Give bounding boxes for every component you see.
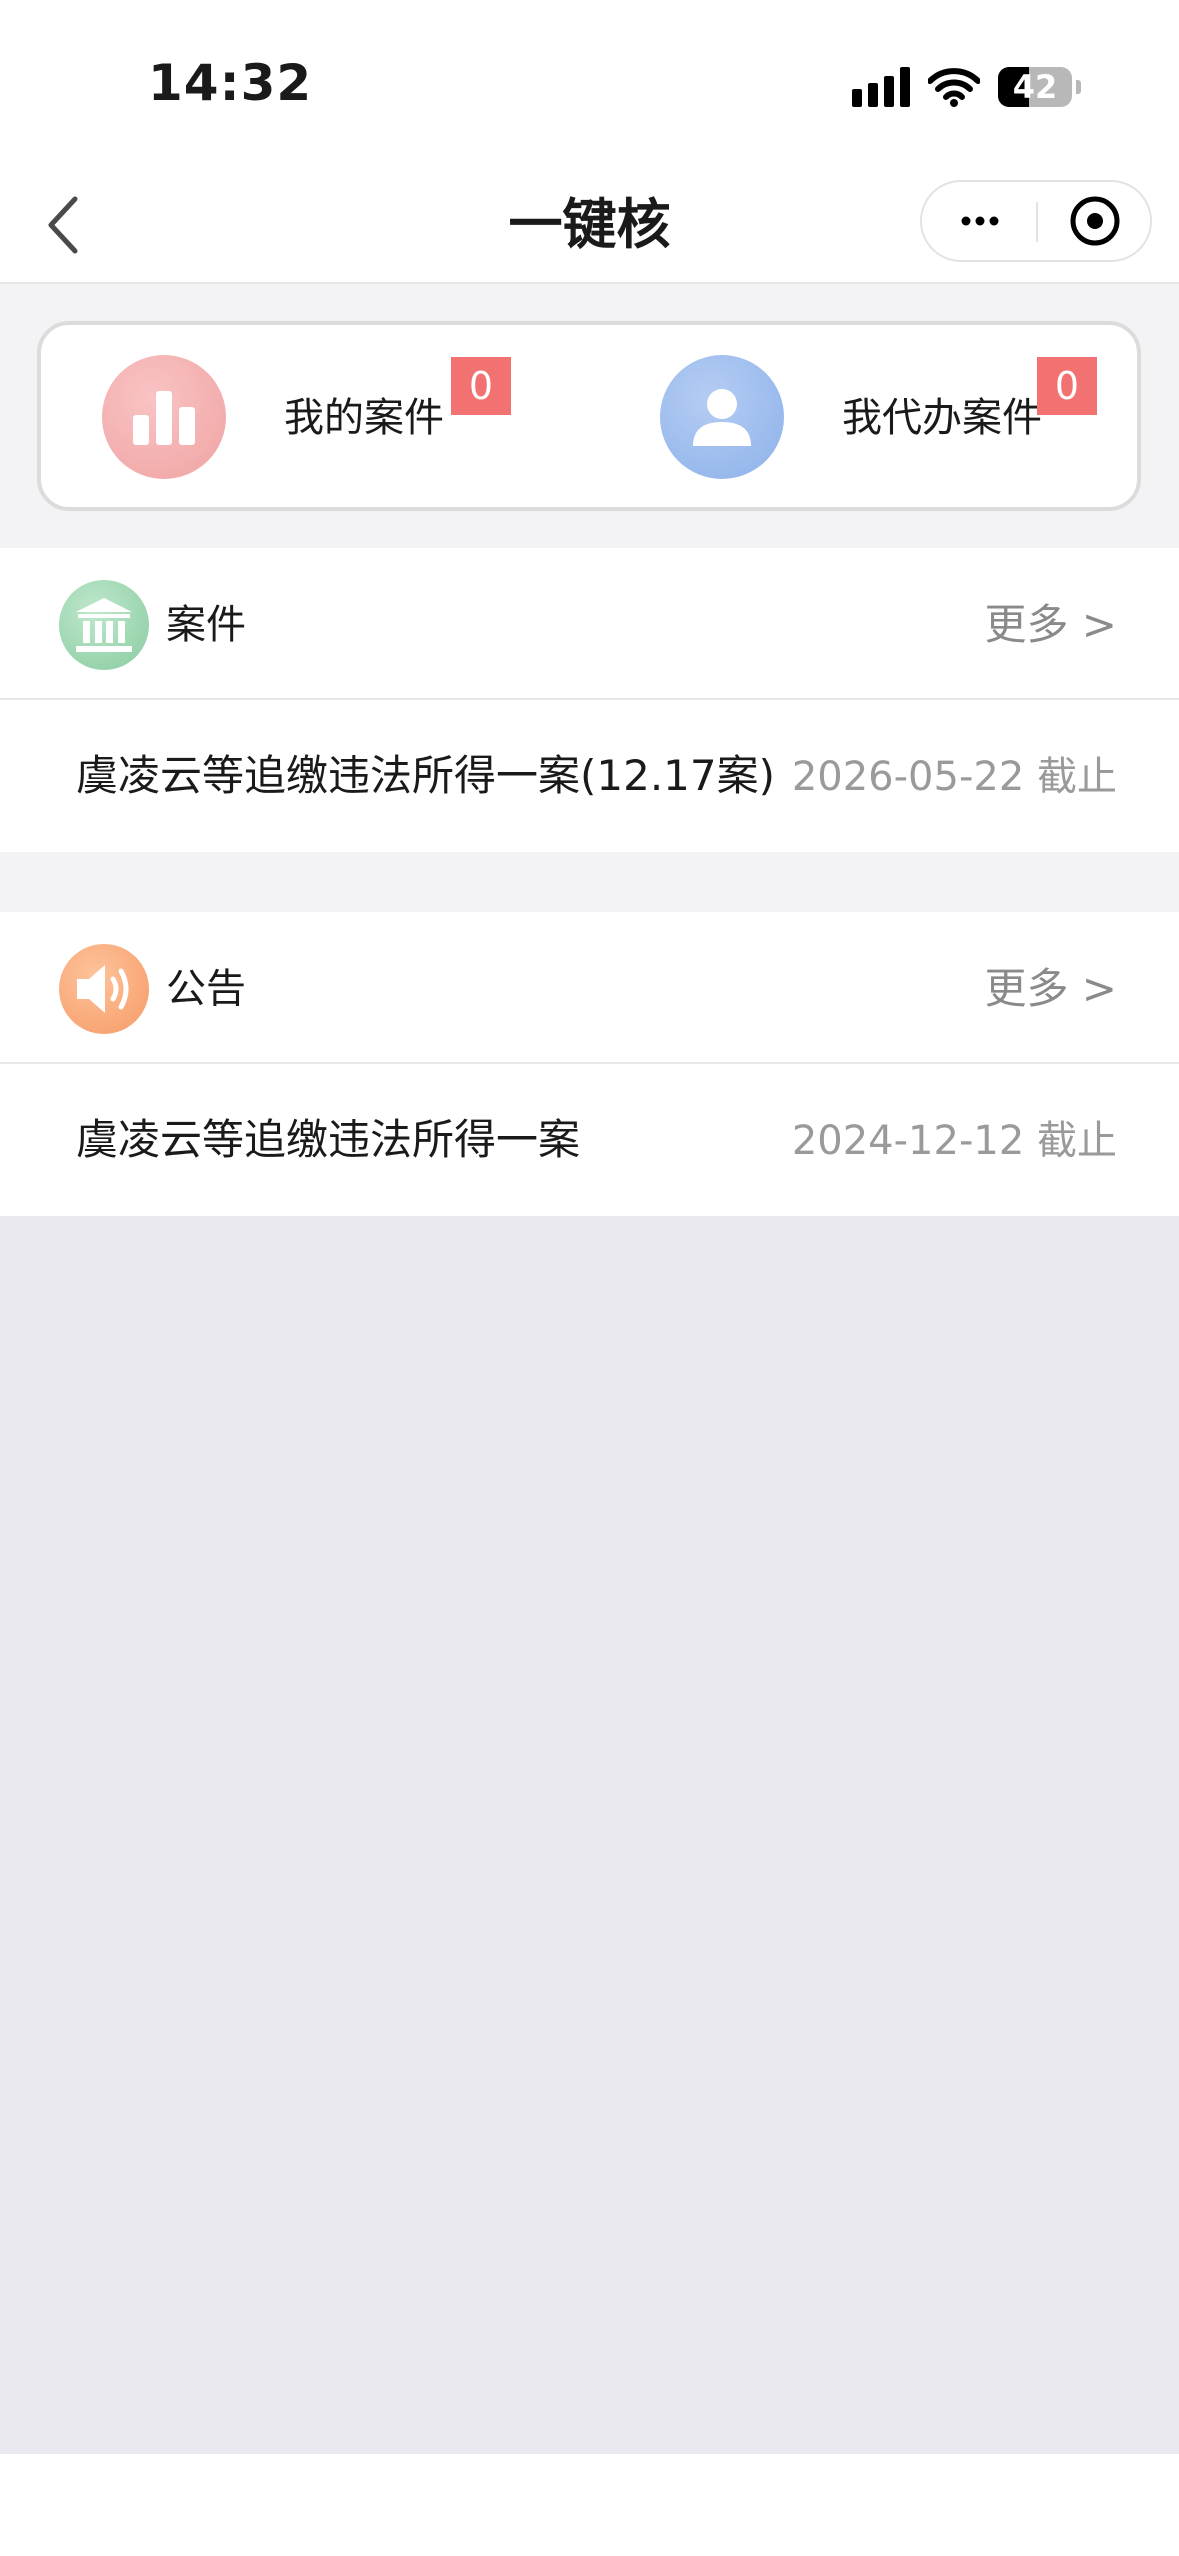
agent-cases-entry[interactable]: 我代办案件 0 [593, 325, 1137, 507]
my-cases-label: 我的案件 [284, 395, 444, 441]
my-cases-entry[interactable]: 我的案件 0 [41, 325, 593, 507]
my-cases-badge: 0 [451, 357, 511, 415]
agent-cases-badge: 0 [1037, 357, 1097, 415]
status-bar: 14:32 42 [0, 0, 1179, 170]
battery-level: 42 [1012, 68, 1058, 106]
ellipsis-icon [961, 216, 998, 226]
signal-icon [852, 67, 910, 107]
notice-deadline: 2024-12-12 截止 [791, 1112, 1117, 1170]
cases-section-title: 案件 [166, 602, 246, 648]
mini-program-capsule [920, 180, 1152, 262]
status-time: 14:32 [148, 54, 313, 112]
speaker-icon [59, 944, 149, 1034]
notice-section-header: 公告 更多 > [0, 912, 1179, 1064]
agent-cases-label: 我代办案件 [842, 395, 1042, 441]
target-circle-icon [1070, 196, 1120, 246]
summary-area: 我的案件 0 我代办案件 0 [0, 284, 1179, 548]
bank-icon [59, 580, 149, 670]
user-icon [660, 355, 784, 479]
notice-section-title: 公告 [166, 966, 246, 1012]
case-list-item[interactable]: 虞凌云等追缴违法所得一案(12.17案) 2026-05-22 截止 [0, 700, 1179, 852]
more-button[interactable] [922, 182, 1037, 260]
notice-more-link[interactable]: 更多 > [984, 962, 1117, 1016]
section-gap [0, 852, 1179, 912]
notice-list-item[interactable]: 虞凌云等追缴违法所得一案 2024-12-12 截止 [0, 1064, 1179, 1216]
notice-section: 公告 更多 > 虞凌云等追缴违法所得一案 2024-12-12 截止 [0, 912, 1179, 1216]
cases-section-header: 案件 更多 > [0, 548, 1179, 700]
case-title: 虞凌云等追缴违法所得一案(12.17案) [76, 751, 776, 800]
status-icons: 42 [852, 62, 1081, 112]
notice-title: 虞凌云等追缴违法所得一案 [76, 1115, 581, 1164]
cases-more-link[interactable]: 更多 > [984, 598, 1117, 652]
case-deadline: 2026-05-22 截止 [791, 748, 1117, 806]
summary-card: 我的案件 0 我代办案件 0 [37, 321, 1141, 511]
battery-icon: 42 [998, 67, 1072, 107]
cases-section: 案件 更多 > 虞凌云等追缴违法所得一案(12.17案) 2026-05-22 … [0, 548, 1179, 852]
wifi-icon [928, 68, 980, 107]
content-area: 我的案件 0 我代办案件 0 案件 更多 > 虞凌云等追缴违法所得一案(12.1… [0, 284, 1179, 2454]
close-button[interactable] [1038, 182, 1152, 260]
bar-chart-icon [102, 355, 226, 479]
nav-bar: 一键核 [0, 170, 1179, 284]
bottom-safe-area [0, 2454, 1179, 2556]
battery-cap [1076, 80, 1081, 94]
